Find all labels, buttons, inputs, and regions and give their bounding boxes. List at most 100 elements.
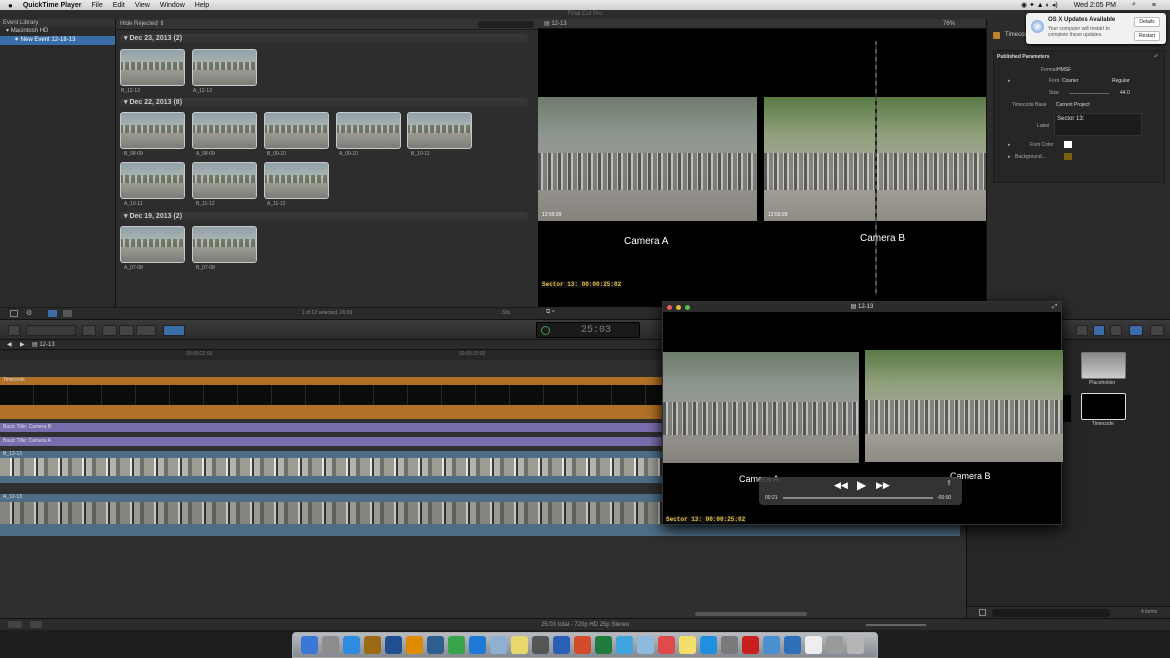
photoshop-icon[interactable] xyxy=(385,636,402,654)
calendar-icon[interactable] xyxy=(658,636,675,654)
spotlight-icon[interactable]: ⌕ xyxy=(1132,1,1136,9)
disclosure-icon[interactable]: ▸ xyxy=(1008,154,1011,160)
date-group-header[interactable]: ▾ Dec 22, 2013 (8) xyxy=(120,98,528,107)
clip-thumbnail[interactable] xyxy=(120,49,185,86)
menu-help[interactable]: Help xyxy=(195,2,209,9)
format-popup[interactable]: HMSF xyxy=(1057,67,1071,73)
word-icon[interactable] xyxy=(553,636,570,654)
clip-thumbnail[interactable] xyxy=(192,162,257,199)
back-arrow-icon[interactable]: ◀ xyxy=(7,340,12,350)
select-tool-button[interactable] xyxy=(163,325,185,336)
menu-file[interactable]: File xyxy=(91,2,102,9)
notes-icon[interactable] xyxy=(511,636,528,654)
menu-edit[interactable]: Edit xyxy=(113,2,125,9)
chevron-down-icon[interactable]: ⇕ xyxy=(159,21,164,27)
fast-forward-button[interactable]: ▶▶ xyxy=(876,480,890,491)
clip-thumbnail[interactable] xyxy=(120,112,185,149)
clip-thumbnail[interactable] xyxy=(407,112,472,149)
import-button[interactable] xyxy=(26,325,76,336)
launchpad-icon[interactable] xyxy=(322,636,339,654)
placeholder-generator-thumb[interactable] xyxy=(1081,352,1126,379)
minimize-button[interactable] xyxy=(676,305,681,310)
quicktime-titlebar[interactable]: ▤ 12-13 ⤢ xyxy=(663,302,1061,312)
search-input[interactable] xyxy=(992,609,1110,617)
mail-icon[interactable] xyxy=(490,636,507,654)
play-button[interactable]: ▶ xyxy=(857,478,866,492)
close-button[interactable] xyxy=(667,305,672,310)
photo-browser-button[interactable] xyxy=(1093,325,1105,336)
clip-thumbnail[interactable] xyxy=(120,226,185,263)
safari-icon[interactable] xyxy=(343,636,360,654)
document-icon[interactable] xyxy=(805,636,822,654)
share-icon[interactable]: ⇪ xyxy=(946,479,952,487)
powerpoint-icon[interactable] xyxy=(574,636,591,654)
appstore-icon[interactable] xyxy=(700,636,717,654)
search-field[interactable] xyxy=(478,21,534,28)
date-group-header[interactable]: ▾ Dec 23, 2013 (2) xyxy=(120,34,528,43)
clip-thumbnail[interactable] xyxy=(336,112,401,149)
lightroom-icon[interactable] xyxy=(427,636,444,654)
app-menu[interactable]: QuickTime Player xyxy=(23,2,82,9)
maps-icon[interactable] xyxy=(448,636,465,654)
preview-icon[interactable] xyxy=(637,636,654,654)
dashboard-timecode[interactable]: 25:03 xyxy=(536,322,640,338)
screenshot-icon[interactable] xyxy=(826,636,843,654)
restart-button[interactable]: Restart xyxy=(1134,31,1160,41)
apple-menu-icon[interactable]: ● xyxy=(8,1,13,10)
disclosure-icon[interactable]: ▸ xyxy=(1008,78,1011,84)
excel-icon[interactable] xyxy=(595,636,612,654)
size-value[interactable]: 44.0 xyxy=(1120,90,1130,96)
reset-icon[interactable]: ↶ xyxy=(1154,54,1158,60)
settings-icon[interactable] xyxy=(721,636,738,654)
view-options-icon[interactable]: ⧉ ▾ xyxy=(546,309,554,316)
clip-thumbnail[interactable] xyxy=(192,112,257,149)
timecode-generator-thumb[interactable] xyxy=(1081,393,1126,420)
clip-duration-setting[interactable]: 30s xyxy=(502,308,510,319)
list-view-icon[interactable] xyxy=(48,310,57,317)
bridge-icon[interactable] xyxy=(364,636,381,654)
quicktime-icon[interactable] xyxy=(784,636,801,654)
share-button[interactable] xyxy=(1150,325,1164,336)
font-color-swatch[interactable] xyxy=(1064,141,1072,148)
trash-icon[interactable] xyxy=(847,636,864,654)
stickies-icon[interactable] xyxy=(679,636,696,654)
movie-icon[interactable] xyxy=(532,636,549,654)
library-toggle-icon[interactable] xyxy=(10,310,18,317)
label-text-field[interactable]: Sector 13: xyxy=(1054,113,1142,136)
disclosure-icon[interactable]: ▸ xyxy=(1008,142,1011,148)
zoom-slider[interactable] xyxy=(866,624,926,626)
fullscreen-icon[interactable]: ⤢ xyxy=(1052,302,1057,312)
library-item-macintosh-hd[interactable]: ▾ Macintosh HD xyxy=(0,27,115,36)
clip-thumbnail[interactable] xyxy=(120,162,185,199)
clip-thumbnail[interactable] xyxy=(192,226,257,263)
menu-view[interactable]: View xyxy=(135,2,150,9)
background-color-swatch[interactable] xyxy=(1064,153,1072,160)
size-slider[interactable] xyxy=(1069,93,1109,94)
timecode-base-popup[interactable]: Current Project xyxy=(1056,102,1090,108)
audio-meter-icon[interactable] xyxy=(8,621,22,628)
clip-thumbnail[interactable] xyxy=(264,112,329,149)
generator-browser-button[interactable] xyxy=(1110,325,1122,336)
scrubber[interactable] xyxy=(783,497,933,499)
menu-window[interactable]: Window xyxy=(160,2,185,9)
clip-thumbnail[interactable] xyxy=(192,49,257,86)
illustrator-icon[interactable] xyxy=(406,636,423,654)
finder-icon[interactable] xyxy=(301,636,318,654)
network-icon[interactable] xyxy=(763,636,780,654)
zoom-level[interactable]: 76% xyxy=(943,19,955,29)
filter-dropdown[interactable]: Hide Rejected xyxy=(120,21,158,27)
index-button[interactable] xyxy=(30,621,42,628)
list-icon[interactable]: ≡ xyxy=(1152,2,1156,9)
itunes-icon[interactable] xyxy=(616,636,633,654)
acrobat-icon[interactable] xyxy=(742,636,759,654)
date-group-header[interactable]: ▾ Dec 19, 2013 (2) xyxy=(120,212,528,221)
forward-arrow-icon[interactable]: ▶ xyxy=(20,340,25,350)
sidebar-toggle-icon[interactable] xyxy=(979,609,986,616)
font-style-popup[interactable]: Regular xyxy=(1112,78,1130,84)
library-item-event[interactable]: ✶ New Event 12-18-13 xyxy=(0,36,115,45)
keyword-button[interactable] xyxy=(82,325,96,336)
browser-icon[interactable] xyxy=(469,636,486,654)
rewind-button[interactable]: ◀◀ xyxy=(834,480,848,491)
details-button[interactable]: Details xyxy=(1134,17,1160,27)
gear-icon[interactable]: ⚙ xyxy=(26,309,32,317)
